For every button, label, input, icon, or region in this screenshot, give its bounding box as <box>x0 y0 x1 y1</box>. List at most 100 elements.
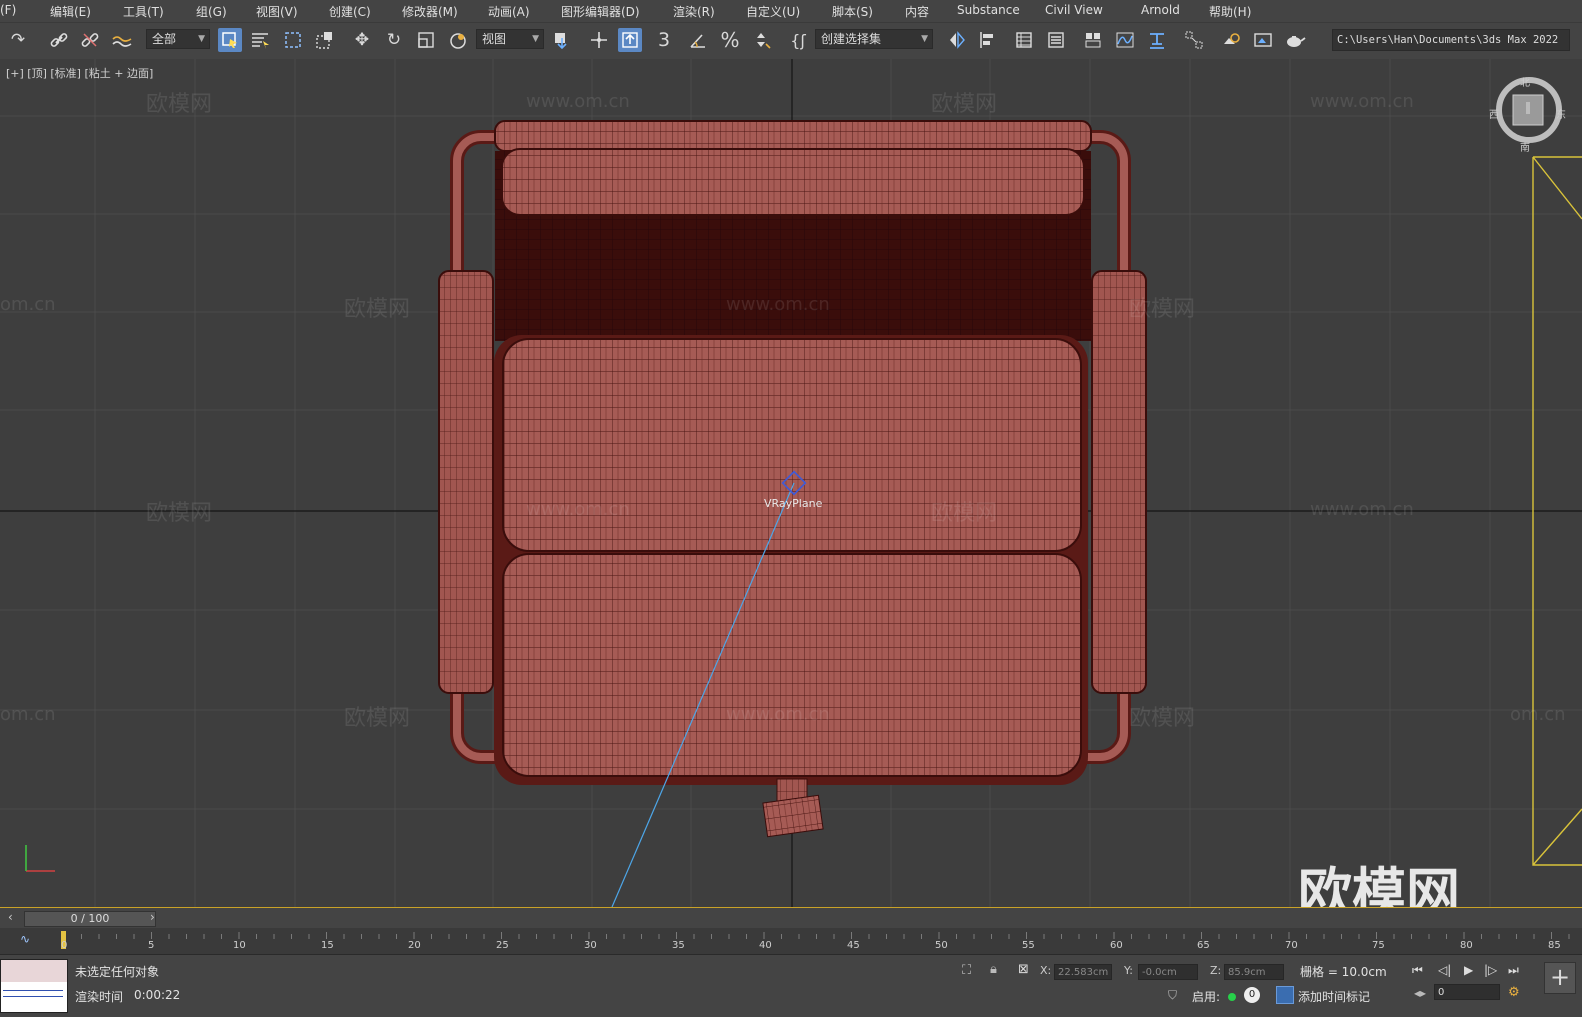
spinner-snap-icon[interactable] <box>750 28 774 52</box>
link-icon[interactable] <box>47 28 71 52</box>
pivot-center-icon[interactable] <box>550 28 574 52</box>
menu-help[interactable]: 帮助(H) <box>1209 3 1251 20</box>
angle-snap-icon[interactable] <box>686 28 710 52</box>
redo-icon[interactable]: ↷ <box>6 28 30 52</box>
scene-explorer-icon[interactable] <box>1012 28 1036 52</box>
rectangular-selection-icon[interactable] <box>281 28 305 52</box>
place-icon[interactable] <box>446 28 470 52</box>
next-key-icon[interactable]: |▷ <box>1484 963 1497 977</box>
menu-scripting[interactable]: 脚本(S) <box>832 3 873 20</box>
top-viewport[interactable]: [+] [顶] [标准] [粘土 + 边面] 欧模网 www.om.cn 欧模网… <box>0 59 1582 908</box>
rendered-frame-window-icon[interactable] <box>1251 28 1275 52</box>
menu-edit[interactable]: 编辑(E) <box>50 3 91 20</box>
toggle-ribbon-icon[interactable] <box>1081 28 1105 52</box>
x-label: X: <box>1040 964 1052 977</box>
watermark: 欧模网 <box>1129 706 1196 731</box>
goto-start-icon[interactable]: ⏮ <box>1412 963 1423 978</box>
prev-frame-icon[interactable]: ‹ <box>8 910 13 924</box>
time-slider-value: 0 / 100 <box>70 912 110 925</box>
menu-modifiers[interactable]: 修改器(M) <box>402 3 458 20</box>
add-icon[interactable]: + <box>1544 962 1576 994</box>
unlink-icon[interactable] <box>78 28 102 52</box>
z-coordinate-field[interactable]: 85.9cm <box>1224 964 1284 980</box>
selection-lock-icon[interactable]: 🔒︎ <box>990 962 997 977</box>
watermark: www.om.cn <box>726 704 830 725</box>
tick-label: 20 <box>408 940 421 951</box>
project-path-field[interactable]: C:\Users\Han\Documents\3ds Max 2022 <box>1332 29 1570 51</box>
maxscript-listener-mini[interactable] <box>0 959 68 1013</box>
add-time-tag-label[interactable]: 添加时间标记 <box>1298 988 1370 1005</box>
menu-file[interactable]: (F) <box>0 3 16 17</box>
menu-view[interactable]: 视图(V) <box>256 3 298 20</box>
prev-key-icon[interactable]: ◁| <box>1438 963 1451 977</box>
time-tag-icon[interactable] <box>1276 986 1294 1004</box>
select-by-name-icon[interactable] <box>248 28 272 52</box>
curve-editor-icon[interactable] <box>1113 28 1137 52</box>
tick-label: 60 <box>1110 940 1123 951</box>
render-production-teapot-icon[interactable] <box>1283 28 1307 52</box>
time-slider[interactable]: 0 / 100 <box>24 911 156 927</box>
mirror-icon[interactable] <box>945 28 969 52</box>
menu-civil-view[interactable]: Civil View <box>1045 3 1103 17</box>
selection-filter-dropdown[interactable]: 全部 ▼ <box>146 29 210 49</box>
menu-tools[interactable]: 工具(T) <box>123 3 164 20</box>
menu-arnold[interactable]: Arnold <box>1141 3 1180 17</box>
menu-animation[interactable]: 动画(A) <box>488 3 530 20</box>
watermark: 欧模网 <box>146 92 213 117</box>
play-icon[interactable]: ▶ <box>1464 963 1473 977</box>
menu-graph-editors[interactable]: 图形编辑器(D) <box>561 3 640 20</box>
reference-coordinate-dropdown[interactable]: 视图 ▼ <box>476 29 544 49</box>
viewport-label[interactable]: [+] [顶] [标准] [粘土 + 边面] <box>6 65 153 81</box>
project-path-value: C:\Users\Han\Documents\3ds Max 2022 <box>1337 34 1559 46</box>
y-coordinate-field[interactable]: -0.0cm <box>1138 964 1198 980</box>
percent-snap-icon[interactable]: % <box>718 28 742 52</box>
viewport-grid <box>0 59 1582 907</box>
tick-label: 85 <box>1548 940 1561 951</box>
edit-named-selection-icon[interactable]: {ʃ <box>786 28 810 52</box>
time-config-icon[interactable]: ⚙ <box>1508 985 1520 1000</box>
reference-coordinate-value: 视图 <box>482 32 507 46</box>
select-manipulate-icon[interactable] <box>587 28 611 52</box>
watermark: 欧模网 <box>931 92 998 117</box>
enable-count-badge[interactable]: 0 <box>1244 987 1260 1003</box>
current-frame-field[interactable]: 0 <box>1434 984 1500 1000</box>
shield-icon[interactable]: ⛉ <box>1168 988 1177 1003</box>
next-frame-icon[interactable]: › <box>150 910 155 924</box>
y-label: Y: <box>1124 964 1133 977</box>
select-object-icon[interactable] <box>218 28 242 52</box>
menu-rendering[interactable]: 渲染(R) <box>673 3 715 20</box>
grid-size: 栅格 = 10.0cm <box>1300 965 1387 979</box>
keyboard-shortcut-override-icon[interactable] <box>618 28 642 52</box>
x-coordinate-field[interactable]: 22.583cm <box>1054 964 1112 980</box>
bind-space-warp-icon[interactable] <box>110 28 134 52</box>
align-icon[interactable] <box>975 28 999 52</box>
menu-substance[interactable]: Substance <box>957 3 1020 17</box>
track-bar[interactable]: ∿ 0 5 10 15 20 25 30 35 40 45 50 55 60 6… <box>0 928 1582 955</box>
menu-customize[interactable]: 自定义(U) <box>746 3 800 20</box>
watermark: 欧模网 <box>931 501 998 526</box>
snaps-toggle-icon[interactable]: 3 <box>652 28 676 52</box>
watermark: 欧模网 <box>1129 297 1196 322</box>
window-crossing-icon[interactable] <box>313 28 337 52</box>
layer-explorer-icon[interactable] <box>1044 28 1068 52</box>
material-editor-icon[interactable] <box>1182 28 1206 52</box>
goto-end-icon[interactable]: ⏭ <box>1508 963 1519 978</box>
watermark: www.om.cn <box>726 294 830 315</box>
isolate-selection-icon[interactable]: ⛶ <box>962 963 971 978</box>
selection-filter-value: 全部 <box>152 32 177 46</box>
watermark: 欧模网 <box>146 501 213 526</box>
move-icon[interactable]: ✥ <box>350 28 374 52</box>
big-watermark-logo: 欧模网 <box>1298 862 1460 908</box>
absolute-mode-icon[interactable]: ⊠ <box>1018 962 1029 977</box>
scale-icon[interactable] <box>414 28 438 52</box>
tick-label: 10 <box>233 940 246 951</box>
schematic-view-icon[interactable] <box>1145 28 1169 52</box>
menu-create[interactable]: 创建(C) <box>329 3 371 20</box>
key-mode-icon[interactable]: ◂▸ <box>1414 986 1426 1000</box>
named-selection-dropdown[interactable]: 创建选择集 ▼ <box>815 29 933 49</box>
menu-group[interactable]: 组(G) <box>196 3 227 20</box>
rotate-icon[interactable]: ↻ <box>382 28 406 52</box>
menu-content[interactable]: 内容 <box>905 3 929 20</box>
render-setup-icon[interactable] <box>1219 28 1243 52</box>
time-slider-bar: ‹ 0 / 100 › <box>0 908 1582 928</box>
